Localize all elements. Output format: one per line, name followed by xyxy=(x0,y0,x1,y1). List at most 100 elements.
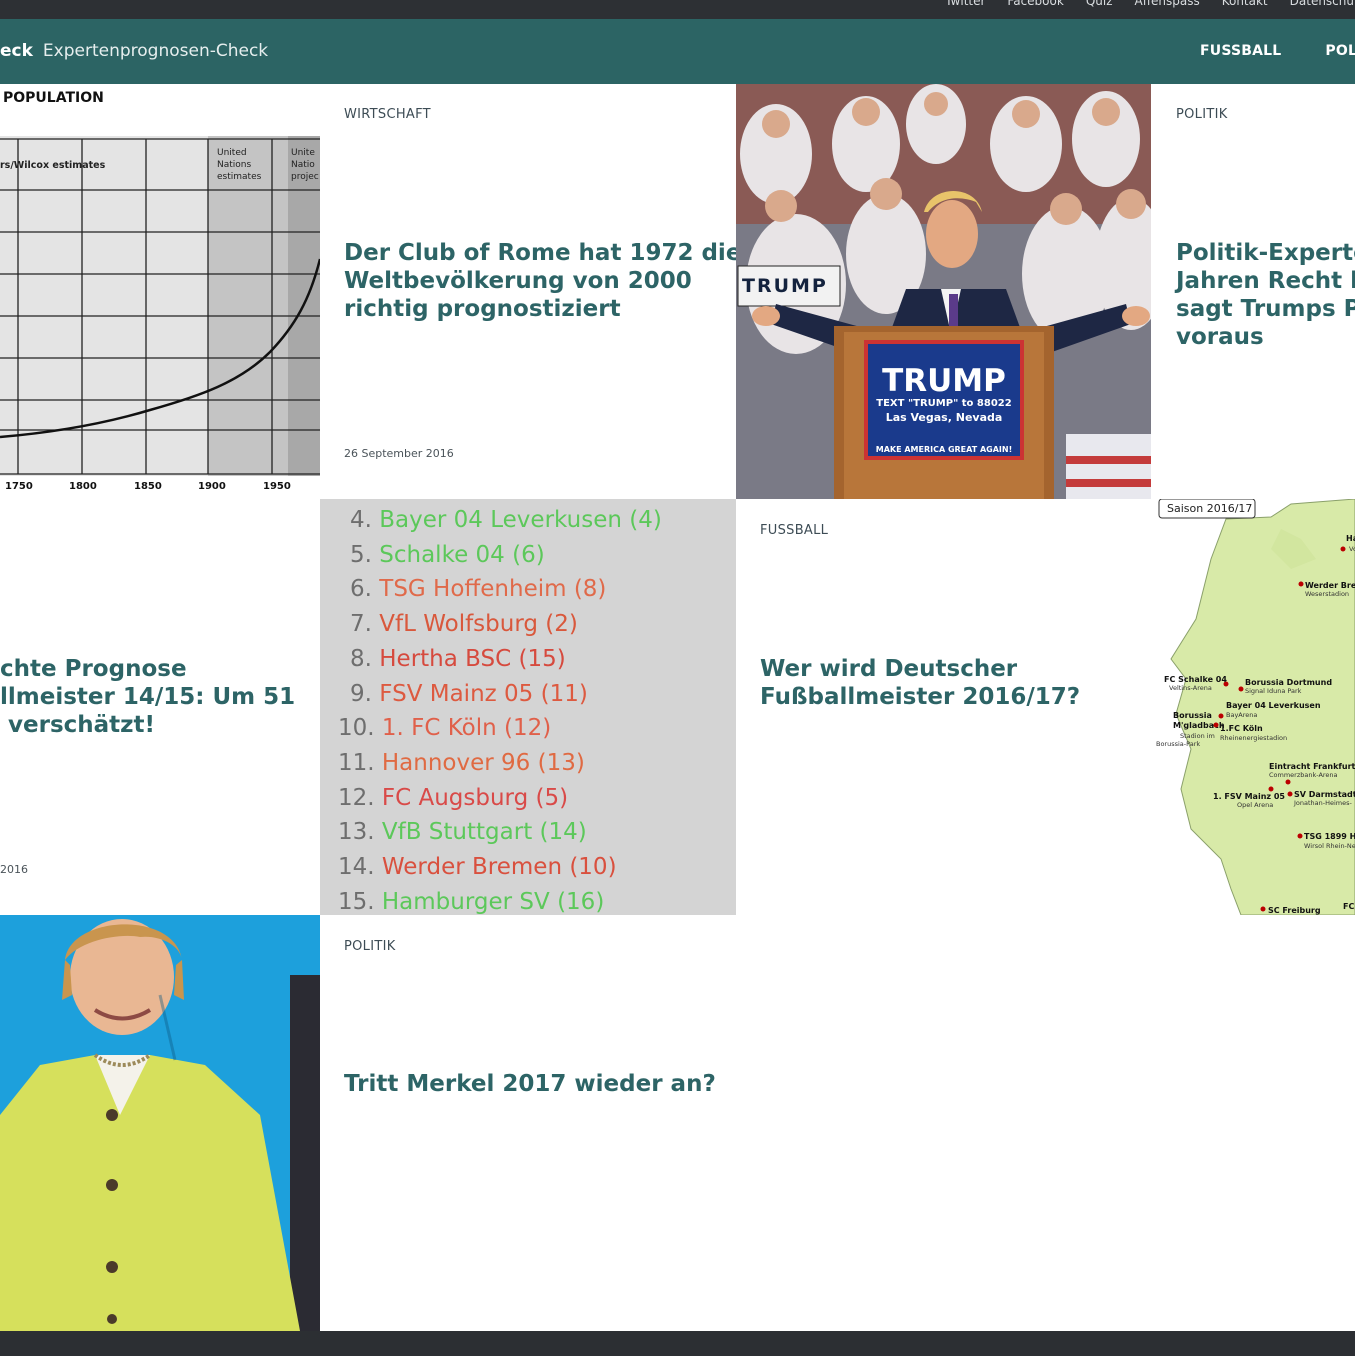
chart-label-b-3: estimates xyxy=(217,172,262,182)
article-title-line[interactable]: richtig prognostiziert xyxy=(344,295,736,323)
article-category[interactable]: POLITIK xyxy=(1176,107,1228,122)
ranking-row: 4. Bayer 04 Leverkusen (4) xyxy=(350,507,662,533)
ranking-position: 10. xyxy=(338,715,382,742)
ranking-position: 7. xyxy=(350,611,380,638)
top-link-quiz[interactable]: Quiz xyxy=(1086,0,1113,8)
map-sub-darmstadt: Jonathan-Heimes- xyxy=(1293,799,1353,807)
crowd-sign-text: TRUMP xyxy=(742,275,828,297)
map-label-hoffenheim: TSG 1899 Ho xyxy=(1304,832,1355,841)
map-sub-stadion: Stadion im xyxy=(1180,732,1215,740)
article-date: 2016 xyxy=(0,863,28,876)
ranking-team: Werder Bremen (10) xyxy=(381,854,617,880)
chart-label-c-2: Natio xyxy=(291,160,315,170)
ranking-row: 10. 1. FC Köln (12) xyxy=(338,715,551,741)
ranking-row: 12. FC Augsburg (5) xyxy=(338,785,568,811)
bundesliga-map-svg: Saison 2016/17 Ha Werder Brem FC Schalke… xyxy=(1156,499,1355,915)
article-title-line[interactable]: llmeister 14/15: Um 51 xyxy=(0,683,295,711)
merkel-photo-svg xyxy=(0,915,320,1331)
site-brand[interactable]: eck Expertenprognosen-Check xyxy=(0,41,268,61)
article-title-line[interactable]: Fußballmeister 2016/17? xyxy=(760,683,1080,711)
map-sub-hoffenheim: Wirsol Rhein-Ne xyxy=(1304,842,1355,850)
article-card-fussballmeister-1617[interactable]: FUSSBALL Wer wird Deutscher Fußballmeist… xyxy=(736,499,1151,915)
chart-heading: POPULATION xyxy=(3,90,104,106)
article-title-line[interactable]: Wer wird Deutscher xyxy=(760,655,1080,683)
article-title-line[interactable]: verschätzt! xyxy=(0,711,295,739)
ranking-row: 6. TSG Hoffenheim (8) xyxy=(350,576,606,602)
article-category[interactable]: FUSSBALL xyxy=(760,523,828,538)
podium-sign-city: Las Vegas, Nevada xyxy=(886,411,1003,424)
population-chart-svg: POPULATION rs/Wilcox estimates United Na… xyxy=(0,90,320,492)
top-link-twitter[interactable]: Twitter xyxy=(945,0,985,8)
chart-tick-1850: 1850 xyxy=(134,481,162,492)
merkel-photo[interactable] xyxy=(0,915,320,1331)
article-title-line[interactable]: sagt Trumps Pr xyxy=(1176,295,1355,323)
article-title-line[interactable]: Jahren Recht be xyxy=(1176,267,1355,295)
ranking-position: 14. xyxy=(338,854,382,880)
site-subtitle[interactable]: Expertenprognosen-Check xyxy=(43,41,268,61)
map-sub-frankfurt: Commerzbank-Arena xyxy=(1269,771,1338,779)
ranking-row: 15. Hamburger SV (16) xyxy=(338,889,604,915)
article-title-line[interactable]: chte Prognose xyxy=(0,655,295,683)
ranking-row: 13. VfB Stuttgart (14) xyxy=(338,819,587,845)
top-link-datenschutz[interactable]: Datenschutz xyxy=(1290,0,1355,8)
top-link-facebook[interactable]: Facebook xyxy=(1007,0,1063,8)
top-link-kontakt[interactable]: Kontakt xyxy=(1222,0,1268,8)
chart-label-c-1: Unite xyxy=(291,148,315,158)
map-sub-schalke: Veltins-Arena xyxy=(1169,684,1212,692)
ranking-team: FSV Mainz 05 (11) xyxy=(379,680,588,707)
site-logo-text[interactable]: eck xyxy=(0,41,33,61)
population-chart-image[interactable]: POPULATION rs/Wilcox estimates United Na… xyxy=(0,84,320,499)
ranking-team: FC Augsburg (5) xyxy=(381,784,569,811)
ranking-row: 9. FSV Mainz 05 (11) xyxy=(350,681,588,707)
ranking-position: 12. xyxy=(338,784,382,811)
article-title-line[interactable]: Politik-Experte xyxy=(1176,239,1355,267)
ranking-team: Hertha BSC (15) xyxy=(379,645,566,672)
article-title[interactable]: Der Club of Rome hat 1972 die Weltbevölk… xyxy=(344,239,736,323)
ranking-position: 6. xyxy=(350,576,380,603)
article-category[interactable]: POLITIK xyxy=(344,939,396,954)
map-sub-dortmund: Signal Iduna Park xyxy=(1245,687,1302,695)
chart-tick-1900: 1900 xyxy=(198,481,226,492)
ranking-team: VfB Stuttgart (14) xyxy=(381,819,587,846)
ranking-row: 8. Hertha BSC (15) xyxy=(350,646,566,672)
map-sub-koeln: Rheinenergiestadion xyxy=(1220,734,1287,742)
map-sub-borussia-park: Borussia-Park xyxy=(1156,740,1200,748)
ranking-team: 1. FC Köln (12) xyxy=(381,715,552,742)
site-header: eck Expertenprognosen-Check FUSSBALL POLI… xyxy=(0,19,1355,84)
main-nav: FUSSBALL POLITIK xyxy=(1200,43,1355,59)
article-title[interactable]: Politik-Experte Jahren Recht be sagt Tru… xyxy=(1176,239,1355,351)
article-card-club-of-rome[interactable]: WIRTSCHAFT Der Club of Rome hat 1972 die… xyxy=(320,84,736,499)
article-card-merkel[interactable]: POLITIK Tritt Merkel 2017 wieder an? xyxy=(320,915,1355,1331)
ranking-row: 7. VfL Wolfsburg (2) xyxy=(350,611,578,637)
nav-fussball[interactable]: FUSSBALL xyxy=(1200,43,1281,59)
trump-rally-photo[interactable]: TRUMP TRUMP TEXT "TRUMP" to 88022 Las Ve… xyxy=(736,84,1151,499)
article-title[interactable]: Tritt Merkel 2017 wieder an? xyxy=(344,1070,716,1098)
chart-label-b-1: United xyxy=(217,148,247,158)
ranking-team: Hannover 96 (13) xyxy=(381,749,585,776)
trump-photo-svg: TRUMP TRUMP TEXT "TRUMP" to 88022 Las Ve… xyxy=(736,84,1151,499)
map-label-frankfurt: Eintracht Frankfurt xyxy=(1269,762,1355,771)
map-label-mainz: 1. FSV Mainz 05 xyxy=(1213,792,1285,801)
bundesliga-map-image[interactable]: Saison 2016/17 Ha Werder Brem FC Schalke… xyxy=(1151,499,1355,915)
article-title-line[interactable]: Der Club of Rome hat 1972 die xyxy=(344,239,736,267)
map-label-leverkusen: Bayer 04 Leverkusen xyxy=(1226,701,1321,710)
map-label-gladbach: Borussia xyxy=(1173,711,1212,720)
chart-label-a: rs/Wilcox estimates xyxy=(0,160,106,171)
top-link-affenspass[interactable]: Affenspass xyxy=(1135,0,1200,8)
map-sub-werder: Weserstadion xyxy=(1305,590,1349,598)
bundesliga-ranking-image[interactable]: 4. Bayer 04 Leverkusen (4) 5. Schalke 04 … xyxy=(320,499,736,915)
nav-politik[interactable]: POLITIK xyxy=(1325,43,1355,59)
article-title-line[interactable]: Weltbevölkerung von 2000 xyxy=(344,267,736,295)
article-card-fussballmeister-1415[interactable]: chte Prognose llmeister 14/15: Um 51 ver… xyxy=(0,499,320,915)
ranking-position: 4. xyxy=(350,507,380,533)
ranking-row: 14. Werder Bremen (10) xyxy=(338,854,617,880)
article-title-line[interactable]: Tritt Merkel 2017 wieder an? xyxy=(344,1070,716,1098)
article-card-trump-prognose[interactable]: POLITIK Politik-Experte Jahren Recht be … xyxy=(1151,84,1355,499)
chart-label-b-2: Nations xyxy=(217,160,251,170)
article-category[interactable]: WIRTSCHAFT xyxy=(344,107,431,122)
map-label-schalke: FC Schalke 04 xyxy=(1164,675,1227,684)
article-title[interactable]: chte Prognose llmeister 14/15: Um 51 ver… xyxy=(0,655,295,739)
podium-sign-slogan: MAKE AMERICA GREAT AGAIN! xyxy=(876,445,1012,454)
article-title[interactable]: Wer wird Deutscher Fußballmeister 2016/1… xyxy=(760,655,1080,711)
article-title-line[interactable]: voraus xyxy=(1176,323,1355,351)
